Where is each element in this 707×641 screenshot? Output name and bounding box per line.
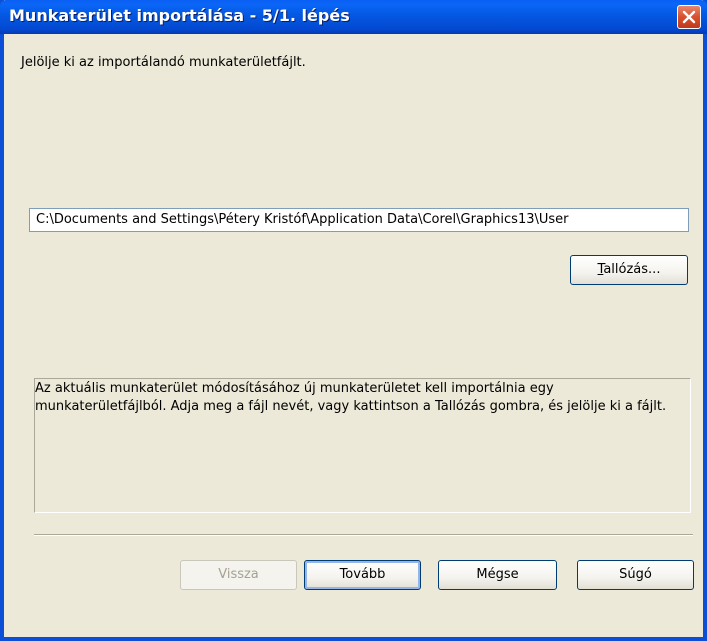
dialog-body [4,34,703,637]
window-title: Munkaterület importálása - 5/1. lépés [9,6,350,25]
file-path-input[interactable]: C:\Documents and Settings\Pétery Kristóf… [29,208,689,232]
close-icon [682,10,696,24]
back-button[interactable]: Vissza [180,560,297,590]
help-button[interactable]: Súgó [577,560,694,590]
close-button[interactable] [677,5,701,29]
browse-button-label: allózás... [603,262,661,277]
title-bar[interactable]: Munkaterület importálása - 5/1. lépés [0,0,707,34]
browse-button[interactable]: Tallózás... [570,255,688,285]
description-box: Az aktuális munkaterület módosításához ú… [34,378,691,513]
separator [34,534,693,536]
import-workspace-dialog: Munkaterület importálása - 5/1. lépés Je… [0,0,707,641]
instruction-text: Jelölje ki az importálandó munkaterületf… [21,55,306,70]
next-button[interactable]: Tovább [304,560,421,590]
description-text: Az aktuális munkaterület módosításához ú… [35,381,667,414]
cancel-button[interactable]: Mégse [438,560,557,590]
